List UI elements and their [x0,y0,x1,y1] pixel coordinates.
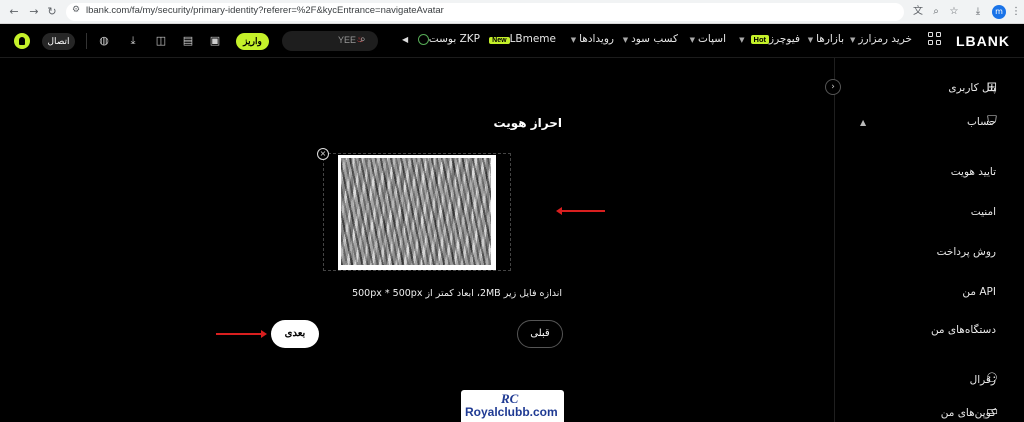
browser-toolbar: ← → ↻ ⚙ lbank.com/fa/my/security/primary… [0,0,1024,24]
nav-lbmeme-label: LBmeme [509,33,556,45]
lbank-logo[interactable]: LBANK [956,33,1010,49]
nav-scroll-left-icon[interactable]: ◀ [402,35,408,44]
reload-icon[interactable]: ↻ [44,4,60,20]
file-size-hint: اندازه فایل زیر 2MB، ابعاد کمتر از 500px… [352,288,562,299]
previous-button[interactable]: قبلی [517,320,563,348]
uploaded-image-preview [338,155,496,270]
nav-zkp-boost[interactable]: ZKP بوست [414,33,480,45]
header-divider [86,33,87,49]
nav-markets[interactable]: بازارها▼ [808,33,844,45]
nav-earn[interactable]: کسب سود▼ [623,33,678,45]
browser-menu-icon[interactable]: ⋮ [1008,4,1024,20]
zkp-logo-icon [417,33,429,45]
blurred-document-image [341,158,491,265]
search-icon: ⌕ [360,34,366,45]
nav-lbmeme[interactable]: LBmemeNew [486,33,556,45]
sidebar-item-panel[interactable]: پنل کاربری [948,82,996,94]
chevron-up-icon[interactable]: ▲ [860,118,866,127]
site-info-icon[interactable]: ⚙ [72,5,80,15]
nav-futures[interactable]: فیوچرزHot ▼ [739,33,800,45]
chevron-down-icon: ▼ [622,36,629,44]
new-badge: New [489,37,510,44]
nav-buy-crypto[interactable]: خرید رمزارز▼ [850,33,912,45]
chevron-down-icon: ▼ [850,36,856,44]
wallet-icon[interactable]: ▣ [208,34,222,48]
sidebar-item-coupons[interactable]: کوپن‌های من [941,407,996,419]
connect-button[interactable]: اتصال [42,33,75,50]
translate-icon[interactable]: 文 [910,4,926,20]
url-text: lbank.com/fa/my/security/primary-identit… [86,5,444,16]
sidebar-item-security[interactable]: امنیت [971,206,996,218]
sidebar-collapse-button[interactable]: › [825,79,841,95]
download-icon[interactable]: ⤓ [970,4,986,20]
sidebar-item-payment[interactable]: روش پرداخت [937,246,996,258]
chevron-down-icon: ▼ [570,36,577,44]
nav-markets-label: بازارها [816,33,844,45]
orders-icon[interactable]: ▤ [181,34,195,48]
sidebar-item-referral[interactable]: رفرال [970,374,996,386]
notification-icon[interactable]: ◫ [154,34,168,48]
chevron-down-icon: ▼ [689,36,696,44]
remove-image-icon[interactable]: × [317,148,329,160]
next-button[interactable]: بعدی [271,320,319,348]
sidebar-item-api[interactable]: API من [962,286,996,298]
chevron-down-icon: ▼ [739,36,745,44]
user-avatar[interactable] [14,33,30,49]
annotation-arrow-next [216,330,267,338]
watermark: RC Royalclubb.com [461,390,564,422]
watermark-text: Royalclubb.com [465,405,558,419]
address-bar[interactable]: ⚙ lbank.com/fa/my/security/primary-ident… [66,3,904,21]
apps-grid-icon[interactable] [928,32,942,46]
search-text: YEE [337,35,356,45]
sidebar: ⊞ پنل کاربری ⛉ حساب ▲ تایید هویت امنیت ر… [834,58,1024,422]
site-header: LBANK خرید رمزارز▼ بازارها▼ فیوچرزHot▼ ا… [0,24,1024,58]
nav-spot[interactable]: اسپات▼ [690,33,726,45]
language-globe-icon[interactable]: ◍ [97,34,111,48]
nav-events-label: رویدادها [579,33,614,45]
search-input[interactable]: YEE ♨ ⌕ [282,31,378,51]
sidebar-item-devices[interactable]: دستگاه‌های من [931,324,996,336]
nav-futures-label: فیوچرز [769,33,800,45]
nav-buy-crypto-label: خرید رمزارز [858,33,912,45]
nav-zkp-label: ZKP بوست [428,33,480,45]
hot-badge: Hot [750,35,770,44]
app-download-icon[interactable]: ⤓ [126,34,140,48]
sidebar-item-account[interactable]: حساب [967,116,996,128]
annotation-arrow-image [556,207,605,215]
zoom-icon[interactable]: ⌕ [928,4,944,20]
browser-profile-avatar[interactable]: m [992,5,1006,19]
bookmark-star-icon[interactable]: ☆ [946,4,962,20]
sidebar-item-verify[interactable]: تایید هویت [951,166,996,178]
nav-spot-label: اسپات [698,33,726,45]
back-icon[interactable]: ← [6,4,22,20]
nav-earn-label: کسب سود [631,33,678,45]
deposit-button[interactable]: واریز [236,33,269,50]
page-title: احراز هویت [493,116,562,130]
nav-events[interactable]: رویدادها▼ [571,33,614,45]
forward-icon[interactable]: → [26,4,42,20]
chevron-down-icon: ▼ [807,36,814,44]
